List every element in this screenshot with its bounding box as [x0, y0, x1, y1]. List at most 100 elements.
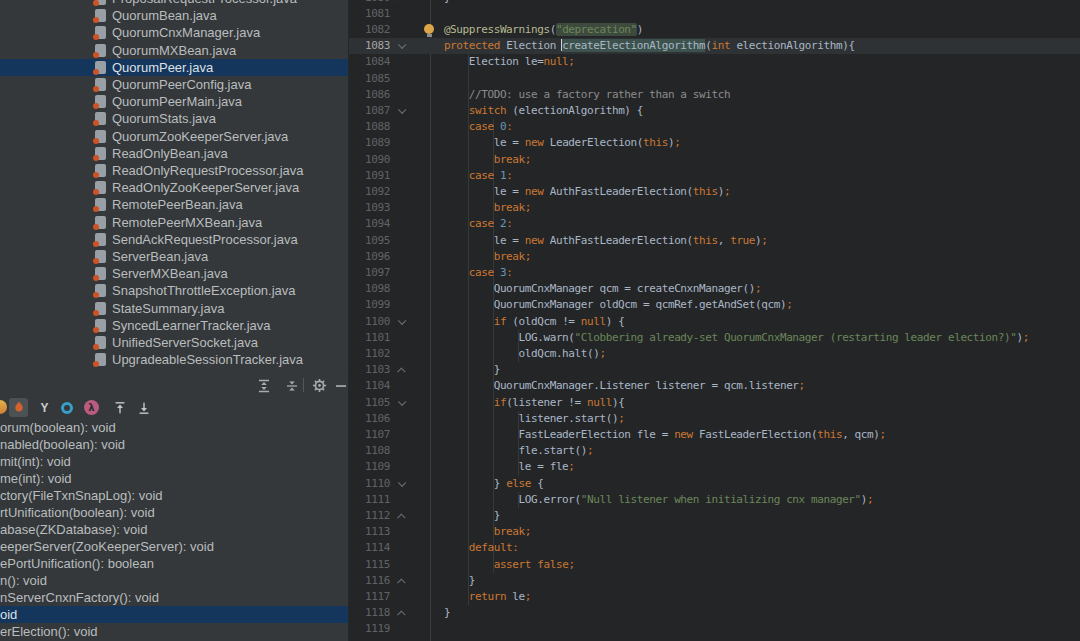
- file-tree-item[interactable]: StateSummary.java: [0, 300, 348, 317]
- methods-filter-on-button[interactable]: [9, 398, 28, 417]
- fold-marker-down[interactable]: [398, 106, 406, 114]
- code-line[interactable]: 1102 oldQcm.halt();: [349, 346, 1080, 362]
- code-line[interactable]: 1105 if(listener != null){: [349, 395, 1080, 411]
- file-tree-item[interactable]: ReadOnlyRequestProcessor.java: [0, 162, 348, 179]
- fold-marker-down[interactable]: [398, 397, 406, 405]
- line-number[interactable]: 1087: [350, 103, 390, 119]
- file-tree-item[interactable]: QuorumBean.java: [0, 7, 348, 24]
- collapse-all-button[interactable]: [282, 376, 301, 395]
- line-number[interactable]: 1086: [350, 87, 390, 103]
- file-tree-item[interactable]: ServerMXBean.java: [0, 265, 348, 282]
- move-to-bottom-button[interactable]: [134, 398, 153, 417]
- fold-marker-up[interactable]: [398, 611, 406, 619]
- file-tree-item[interactable]: UpgradeableSessionTracker.java: [0, 351, 348, 368]
- file-tree-item[interactable]: RemotePeerMXBean.java: [0, 214, 348, 231]
- fold-marker-up[interactable]: [398, 368, 406, 376]
- code-line[interactable]: 1117 return le;: [349, 589, 1080, 605]
- line-number[interactable]: 1098: [350, 281, 390, 297]
- line-number[interactable]: 1095: [350, 233, 390, 249]
- line-number[interactable]: 1084: [350, 54, 390, 70]
- code-line[interactable]: 1096 break;: [349, 249, 1080, 265]
- code-line[interactable]: 1088 case 0:: [349, 119, 1080, 135]
- fold-marker-up[interactable]: [398, 579, 406, 587]
- line-number[interactable]: 1089: [350, 135, 390, 151]
- line-number[interactable]: 1118: [350, 605, 390, 621]
- code-line[interactable]: 1095 le = new AuthFastLeaderElection(thi…: [349, 233, 1080, 249]
- line-number[interactable]: 1092: [350, 184, 390, 200]
- code-line[interactable]: 1083 protected Election createElectionAl…: [349, 38, 1080, 54]
- code-line[interactable]: 1107 FastLeaderElection fle = new FastLe…: [349, 427, 1080, 443]
- line-number[interactable]: 1085: [350, 71, 390, 87]
- file-tree-item[interactable]: QuorumPeer.java: [0, 59, 348, 76]
- line-number[interactable]: 1096: [350, 249, 390, 265]
- fold-marker-up[interactable]: [398, 514, 406, 522]
- structure-item[interactable]: erElection(): void: [0, 623, 348, 640]
- line-number[interactable]: 1117: [350, 589, 390, 605]
- code-line[interactable]: 1089 le = new LeaderElection(this);: [349, 135, 1080, 151]
- line-number[interactable]: 1116: [350, 573, 390, 589]
- line-number[interactable]: 1110: [350, 476, 390, 492]
- line-number[interactable]: 1099: [350, 297, 390, 313]
- code-line[interactable]: 1118 }: [349, 605, 1080, 621]
- hide-button[interactable]: [331, 376, 350, 395]
- file-tree-item[interactable]: SyncedLearnerTracker.java: [0, 317, 348, 334]
- line-number[interactable]: 1119: [350, 621, 390, 637]
- line-number[interactable]: 1101: [350, 330, 390, 346]
- line-number[interactable]: 1091: [350, 168, 390, 184]
- line-number[interactable]: 1088: [350, 119, 390, 135]
- line-number[interactable]: 1115: [350, 557, 390, 573]
- file-tree-item[interactable]: RemotePeerBean.java: [0, 196, 348, 213]
- code-line[interactable]: 1106 listener.start();: [349, 411, 1080, 427]
- file-tree-item[interactable]: UnifiedServerSocket.java: [0, 334, 348, 351]
- visibility-button[interactable]: [57, 398, 76, 417]
- file-tree-item[interactable]: QuorumMXBean.java: [0, 42, 348, 59]
- line-number[interactable]: 1107: [350, 427, 390, 443]
- code-line[interactable]: 1104 QuorumCnxManager.Listener listener …: [349, 378, 1080, 394]
- fold-marker-up[interactable]: [398, 0, 406, 3]
- structure-item[interactable]: nabled(boolean): void: [0, 436, 348, 453]
- line-number[interactable]: 1112: [350, 508, 390, 524]
- code-line[interactable]: 1110 } else {: [349, 476, 1080, 492]
- structure-item[interactable]: nServerCnxnFactory(): void: [0, 589, 348, 606]
- code-line[interactable]: 1112 }: [349, 508, 1080, 524]
- line-number[interactable]: 1114: [350, 540, 390, 556]
- file-tree-item[interactable]: SnapshotThrottleException.java: [0, 282, 348, 299]
- file-tree-item[interactable]: SendAckRequestProcessor.java: [0, 231, 348, 248]
- code-line[interactable]: 1101 LOG.warn("Clobbering already-set Qu…: [349, 330, 1080, 346]
- code-line[interactable]: 1116 }: [349, 573, 1080, 589]
- structure-item[interactable]: n(): void: [0, 572, 348, 589]
- file-tree-item[interactable]: QuorumPeerMain.java: [0, 93, 348, 110]
- line-number[interactable]: 1105: [350, 395, 390, 411]
- code-line[interactable]: 1091 case 1:: [349, 168, 1080, 184]
- structure-item[interactable]: mit(int): void: [0, 453, 348, 470]
- code-line[interactable]: 1084 Election le=null;: [349, 54, 1080, 70]
- code-line[interactable]: 1114 default:: [349, 540, 1080, 556]
- structure-item[interactable]: ctory(FileTxnSnapLog): void: [0, 487, 348, 504]
- code-line[interactable]: 1086 //TODO: use a factory rather than a…: [349, 87, 1080, 103]
- line-number[interactable]: 1113: [350, 524, 390, 540]
- line-number[interactable]: 1102: [350, 346, 390, 362]
- line-number[interactable]: 1083: [350, 38, 390, 54]
- line-number[interactable]: 1097: [350, 265, 390, 281]
- line-number[interactable]: 1081: [350, 6, 390, 22]
- fold-marker-down[interactable]: [398, 316, 406, 324]
- code-line[interactable]: 1090 break;: [349, 152, 1080, 168]
- code-line[interactable]: 1092 le = new AuthFastLeaderElection(thi…: [349, 184, 1080, 200]
- file-tree-item[interactable]: QuorumZooKeeperServer.java: [0, 128, 348, 145]
- line-number[interactable]: 1104: [350, 378, 390, 394]
- file-tree-item[interactable]: ReadOnlyBean.java: [0, 145, 348, 162]
- file-tree-item[interactable]: ProposalRequestProcessor.java: [0, 0, 348, 7]
- code-line[interactable]: 1093 break;: [349, 200, 1080, 216]
- code-line[interactable]: 1109 le = fle;: [349, 459, 1080, 475]
- structure-item[interactable]: abase(ZKDatabase): void: [0, 521, 348, 538]
- file-tree-item[interactable]: QuorumCnxManager.java: [0, 24, 348, 41]
- fold-marker-down[interactable]: [398, 478, 406, 486]
- line-number[interactable]: 1090: [350, 152, 390, 168]
- lambda-button[interactable]: λ: [82, 398, 101, 417]
- code-line[interactable]: 1082 @SuppressWarnings("deprecation"): [349, 22, 1080, 38]
- code-editor[interactable]: 1080 }10811082 @SuppressWarnings("deprec…: [349, 0, 1080, 641]
- code-line[interactable]: 1081: [349, 6, 1080, 22]
- code-line[interactable]: 1111 LOG.error("Null listener when initi…: [349, 492, 1080, 508]
- code-line[interactable]: 1115 assert false;: [349, 557, 1080, 573]
- line-number[interactable]: 1082: [350, 22, 390, 38]
